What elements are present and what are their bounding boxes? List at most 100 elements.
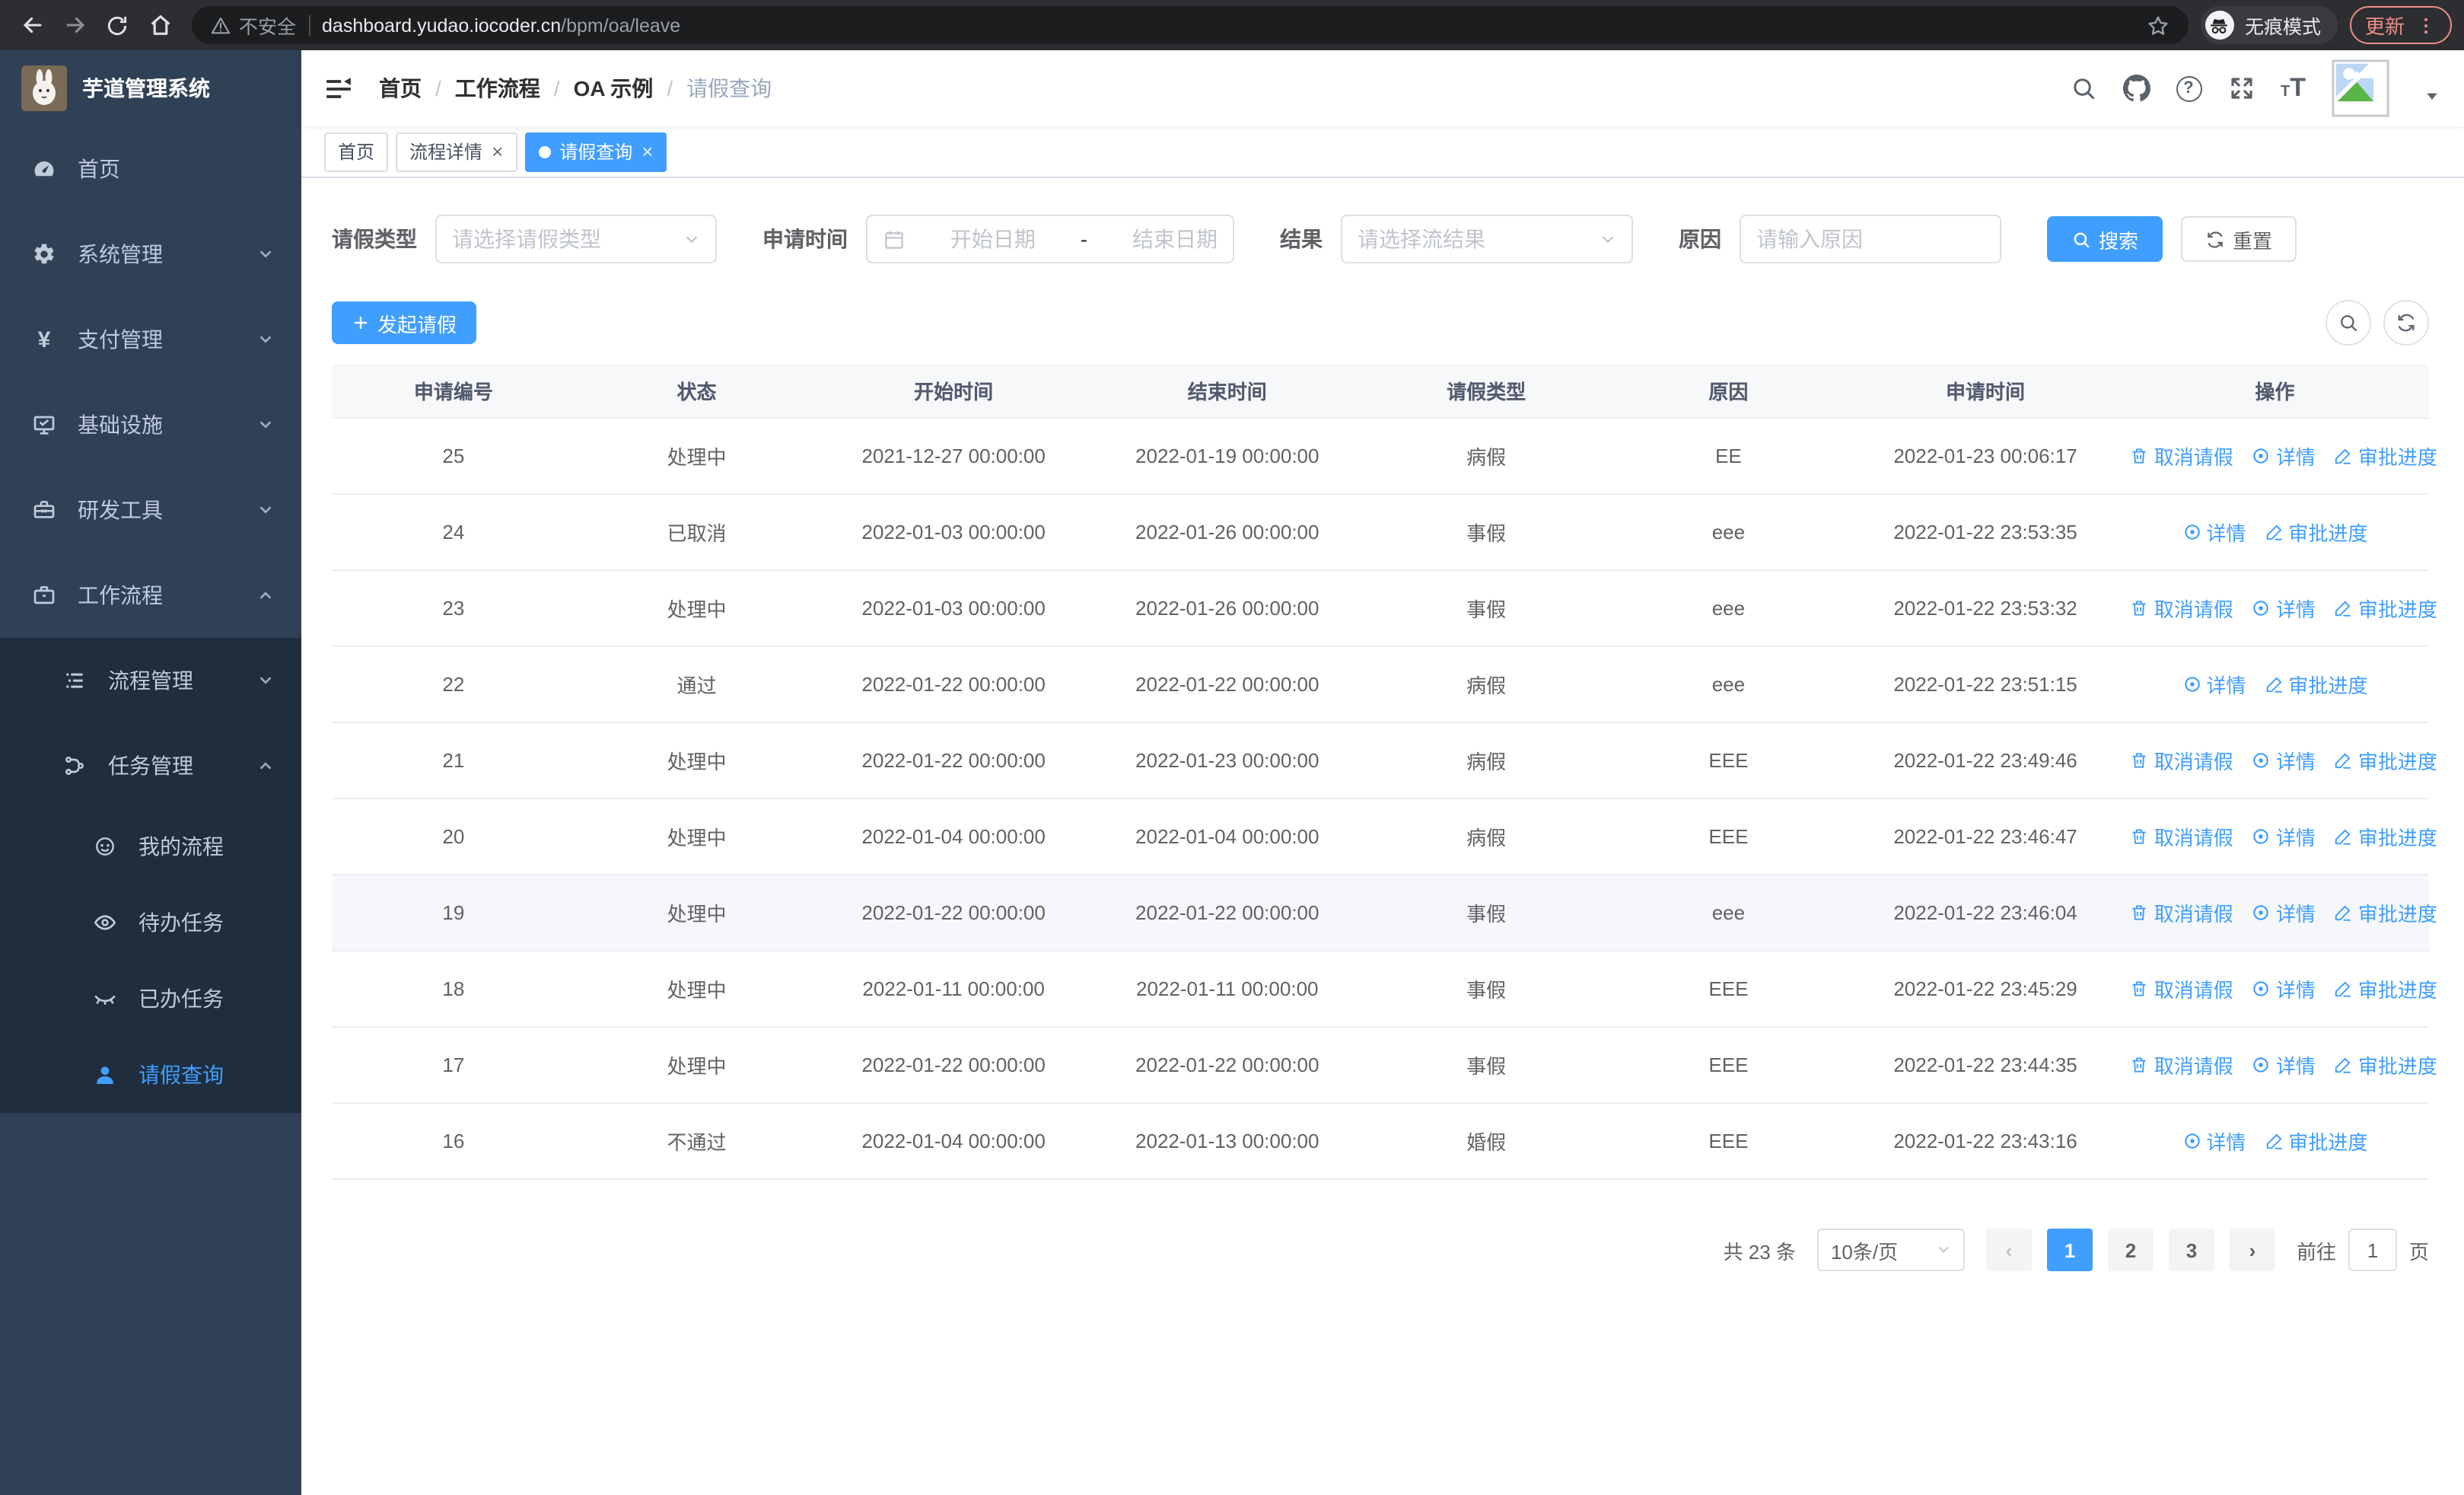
- edit-icon: [2264, 522, 2284, 542]
- sidebar-item-process-mgmt[interactable]: 流程管理: [0, 638, 301, 723]
- github-icon[interactable]: [2122, 75, 2150, 102]
- action-detail-link[interactable]: 详情: [2252, 1050, 2316, 1079]
- tab-label: 流程详情: [409, 142, 483, 163]
- action-detail-link[interactable]: 详情: [2252, 746, 2316, 775]
- action-progress-link[interactable]: 审批进度: [2264, 1127, 2367, 1156]
- action-detail-link[interactable]: 详情: [2252, 898, 2316, 927]
- action-progress-link[interactable]: 审批进度: [2334, 898, 2437, 927]
- action-cancel-link[interactable]: 取消请假: [2130, 1050, 2233, 1079]
- action-cancel-link[interactable]: 取消请假: [2130, 822, 2233, 851]
- filter-reason: 原因 请输入原因: [1679, 215, 2001, 263]
- table-row: 23 处理中 2022-01-03 00:00:00 2022-01-26 00:00…: [332, 570, 2437, 647]
- cell-actions: 详情 审批进度: [2120, 1103, 2429, 1180]
- action-progress-link[interactable]: 审批进度: [2334, 746, 2437, 775]
- security-status[interactable]: 不安全: [210, 11, 296, 40]
- reason-input[interactable]: 请输入原因: [1740, 215, 2001, 263]
- action-detail-link[interactable]: 详情: [2252, 822, 2316, 851]
- cell-start: 2022-01-03 00:00:00: [818, 570, 1089, 647]
- sidebar-item-workflow[interactable]: 工作流程: [0, 553, 301, 638]
- leave-type-select[interactable]: 请选择请假类型: [435, 215, 717, 263]
- page-button-3[interactable]: 3: [2168, 1229, 2214, 1271]
- fullscreen-icon[interactable]: [2227, 75, 2255, 102]
- page-button-2[interactable]: 2: [2107, 1229, 2154, 1271]
- table-search-toggle-button[interactable]: [2326, 300, 2371, 346]
- action-progress-link[interactable]: 审批进度: [2334, 822, 2437, 851]
- reset-button[interactable]: 重置: [2181, 216, 2297, 262]
- action-progress-link[interactable]: 审批进度: [2334, 594, 2437, 623]
- breadcrumb-item[interactable]: 首页: [379, 73, 422, 104]
- goto-page-input[interactable]: [2348, 1229, 2397, 1271]
- bookmark-star-icon[interactable]: [2146, 13, 2170, 37]
- total-count: 共 23 条: [1723, 1240, 1796, 1263]
- dropdown-caret-icon[interactable]: [2424, 88, 2440, 104]
- sidebar-item-task-mgmt[interactable]: 任务管理: [0, 723, 301, 808]
- sidebar-item-label: 任务管理: [108, 754, 193, 778]
- logo[interactable]: 芋道管理系统: [0, 50, 301, 126]
- tab-leave-query[interactable]: 请假查询 ×: [524, 132, 667, 171]
- cell-type: 婚假: [1365, 1103, 1607, 1180]
- sidebar-item-payment-mgmt[interactable]: ¥ 支付管理: [0, 297, 301, 382]
- action-progress-link[interactable]: 审批进度: [2334, 1050, 2437, 1079]
- sidebar-item-system-mgmt[interactable]: 系统管理: [0, 212, 301, 297]
- close-icon[interactable]: ×: [492, 142, 503, 161]
- breadcrumb-item[interactable]: OA 示例: [574, 73, 654, 104]
- page-size-select[interactable]: 10条/页: [1816, 1229, 1965, 1271]
- action-progress-link[interactable]: 审批进度: [2334, 974, 2437, 1003]
- action-detail-link[interactable]: 详情: [2182, 670, 2246, 699]
- update-button[interactable]: 更新: [2349, 6, 2452, 44]
- create-leave-button[interactable]: 发起请假: [332, 301, 477, 344]
- font-size-icon[interactable]: TT: [2281, 73, 2306, 104]
- sidebar-collapse-icon[interactable]: [301, 74, 376, 103]
- cell-actions: 取消请假 详情 审批进度: [2120, 722, 2437, 799]
- sidebar-item-leave-query[interactable]: 请假查询: [0, 1037, 301, 1113]
- action-cancel-link[interactable]: 取消请假: [2130, 594, 2233, 623]
- action-progress-link[interactable]: 审批进度: [2264, 518, 2367, 547]
- result-select[interactable]: 请选择流结果: [1341, 215, 1633, 263]
- breadcrumb-item[interactable]: 工作流程: [455, 73, 540, 104]
- action-detail-link[interactable]: 详情: [2182, 518, 2246, 547]
- action-detail-link[interactable]: 详情: [2252, 974, 2316, 1003]
- tab-home[interactable]: 首页: [324, 132, 389, 171]
- action-cancel-link[interactable]: 取消请假: [2130, 974, 2233, 1003]
- next-page-button[interactable]: ›: [2229, 1229, 2275, 1271]
- back-icon[interactable]: [12, 5, 52, 45]
- sidebar-item-dev-tools[interactable]: 研发工具: [0, 467, 301, 553]
- home-icon[interactable]: [140, 5, 180, 45]
- action-detail-link[interactable]: 详情: [2252, 594, 2316, 623]
- leave-type-label: 请假类型: [332, 227, 417, 251]
- sidebar-item-my-process[interactable]: 我的流程: [0, 808, 301, 885]
- browser-menu-icon[interactable]: [2415, 14, 2437, 36]
- prev-page-button[interactable]: ‹: [1985, 1229, 2032, 1271]
- view-icon: [2252, 598, 2271, 618]
- cell-end: 2022-01-26 00:00:00: [1088, 494, 1366, 571]
- reload-icon[interactable]: [97, 5, 137, 45]
- action-detail-link[interactable]: 详情: [2182, 1127, 2246, 1156]
- help-icon[interactable]: ?: [2176, 75, 2201, 101]
- leave-type-placeholder: 请选择请假类型: [452, 227, 601, 251]
- edit-icon: [2334, 598, 2354, 618]
- sidebar-item-home[interactable]: 首页: [0, 126, 301, 212]
- action-progress-link[interactable]: 审批进度: [2264, 670, 2367, 699]
- page-button-1[interactable]: 1: [2046, 1229, 2093, 1271]
- chevron-down-icon: [257, 246, 274, 263]
- address-bar[interactable]: 不安全 dashboard.yudao.iocoder.cn/bpm/oa/le…: [192, 6, 2189, 44]
- sidebar-item-todo-tasks[interactable]: 待办任务: [0, 885, 301, 961]
- edit-icon: [2334, 751, 2354, 770]
- table-refresh-button[interactable]: [2383, 300, 2429, 346]
- forward-icon[interactable]: [55, 5, 94, 45]
- search-button[interactable]: 搜索: [2047, 216, 2163, 262]
- action-progress-link[interactable]: 审批进度: [2334, 441, 2437, 470]
- trash-icon: [2130, 979, 2150, 999]
- eye-closed-icon: [91, 987, 119, 1011]
- tab-process-detail[interactable]: 流程详情 ×: [396, 132, 517, 171]
- action-cancel-link[interactable]: 取消请假: [2130, 746, 2233, 775]
- action-detail-link[interactable]: 详情: [2252, 441, 2316, 470]
- close-icon[interactable]: ×: [641, 142, 653, 161]
- sidebar-item-infrastructure[interactable]: 基础设施: [0, 382, 301, 467]
- sidebar-item-done-tasks[interactable]: 已办任务: [0, 961, 301, 1037]
- action-cancel-link[interactable]: 取消请假: [2130, 441, 2233, 470]
- date-range-input[interactable]: 开始日期 - 结束日期: [866, 215, 1234, 263]
- action-cancel-link[interactable]: 取消请假: [2130, 898, 2233, 927]
- avatar[interactable]: [2332, 59, 2389, 117]
- search-icon[interactable]: [2069, 75, 2096, 102]
